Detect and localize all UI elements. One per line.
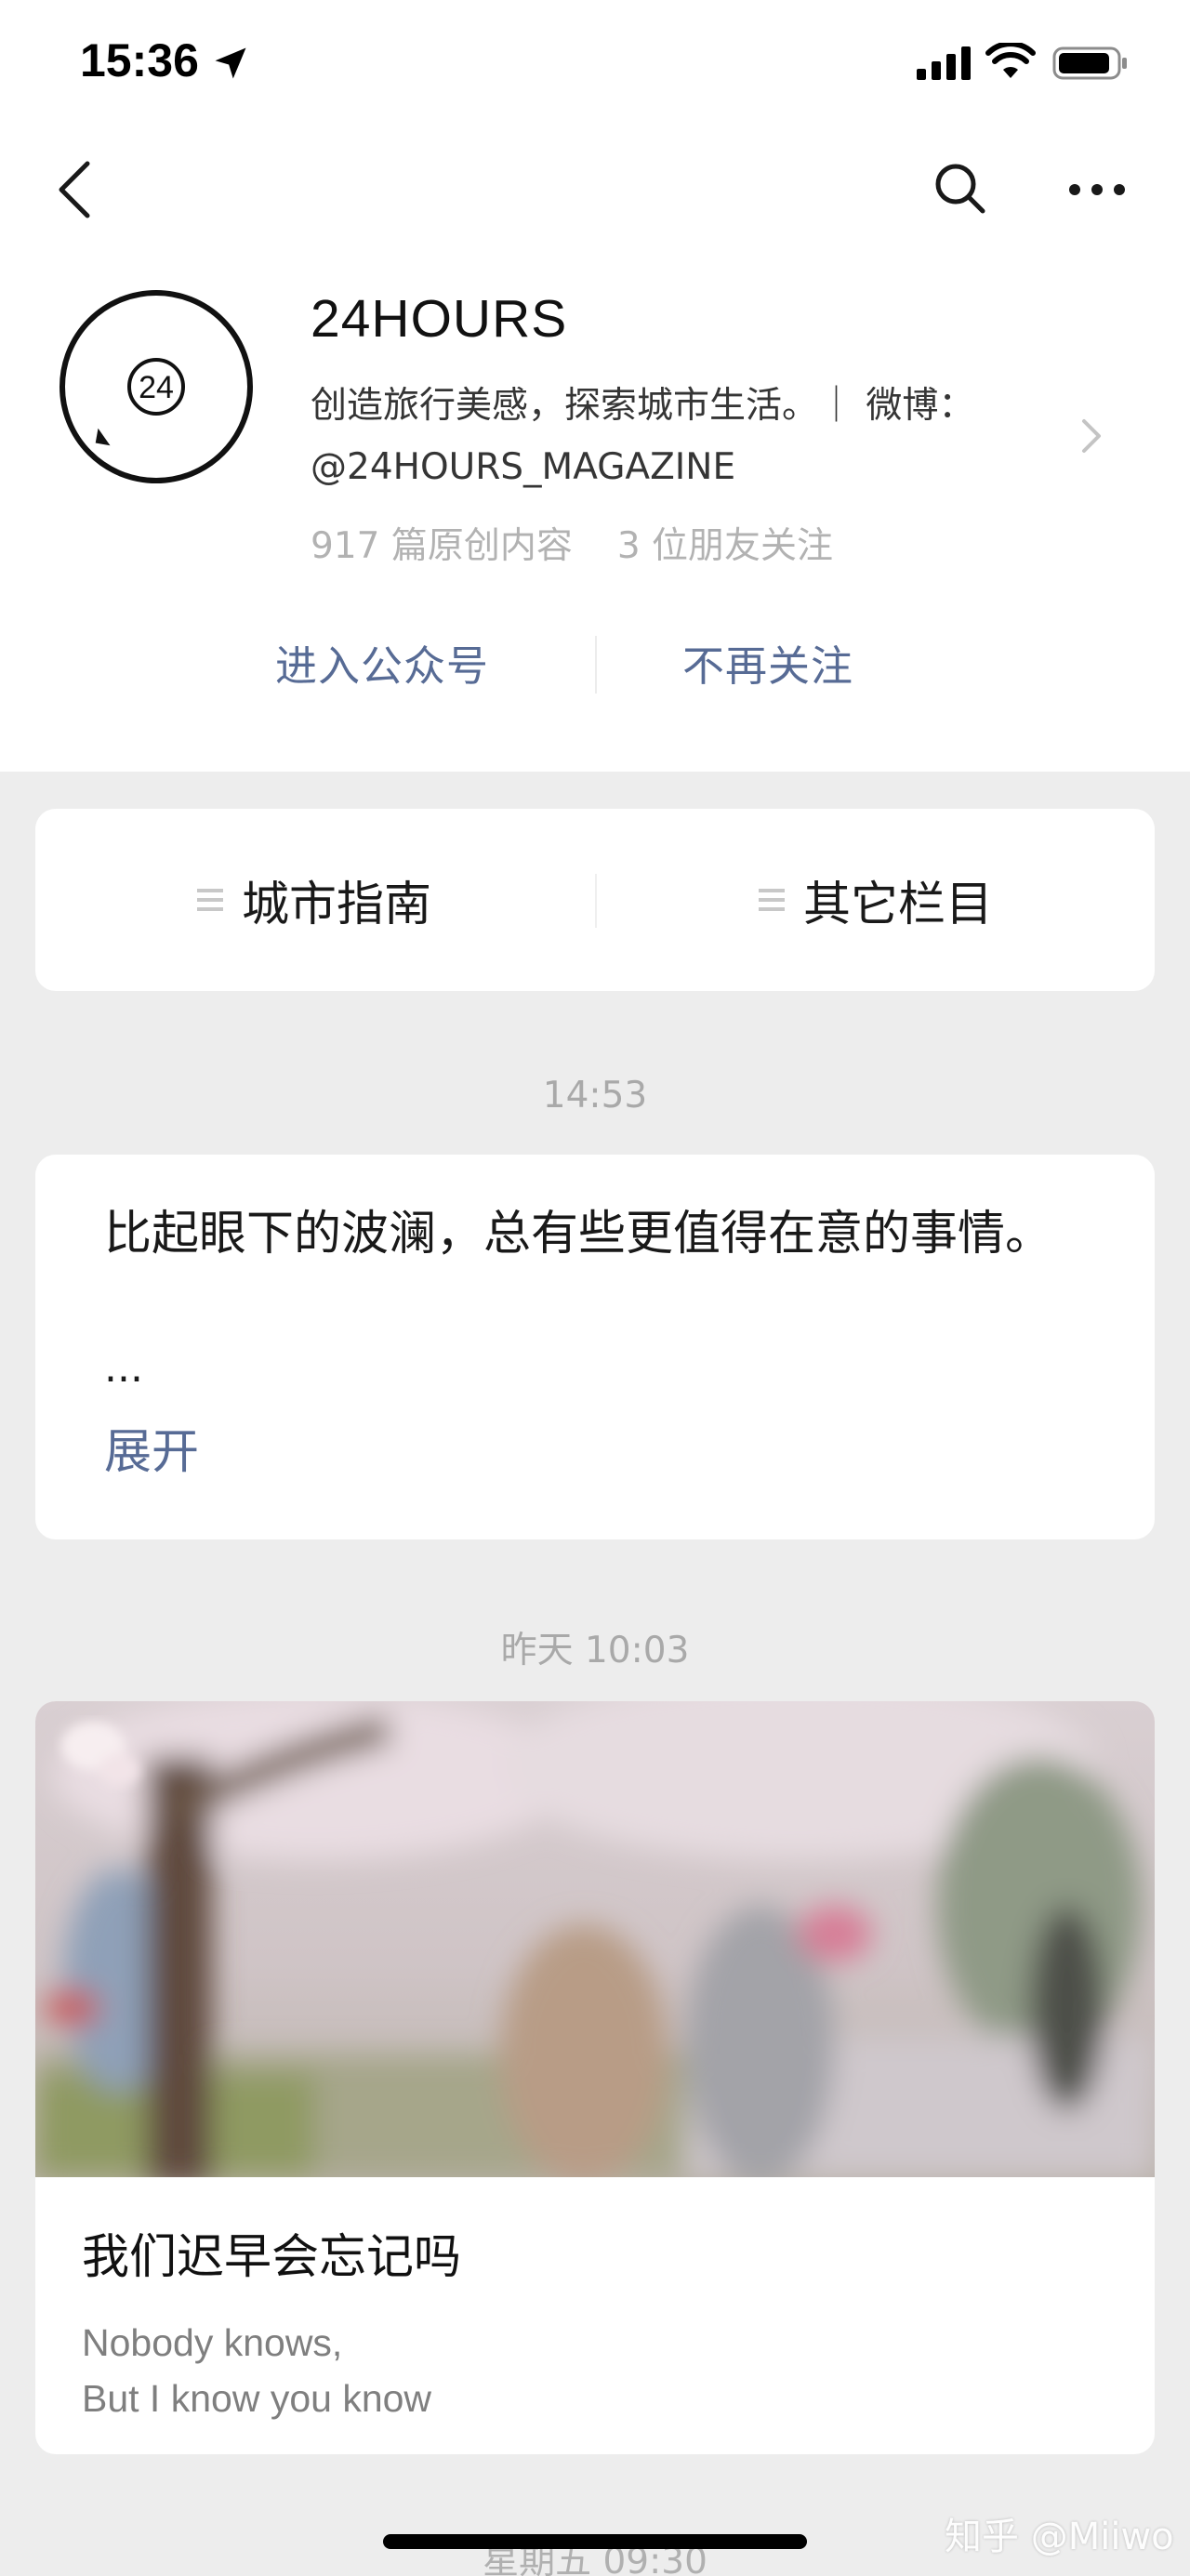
action-divider — [595, 636, 597, 694]
account-menu: 城市指南 其它栏目 — [35, 809, 1155, 991]
friends-following: 3 位朋友关注 — [616, 525, 834, 567]
chevron-right-icon[interactable] — [1078, 416, 1104, 456]
article-title: 我们迟早会忘记吗 — [82, 2230, 462, 2285]
article-digest: Nobody knows, But I know you know — [82, 2315, 1104, 2426]
search-icon[interactable] — [932, 160, 987, 216]
home-indicator[interactable] — [383, 2534, 807, 2549]
account-description: 创造旅行美感，探索城市生活。｜ 微博：@24HOURS_MAGAZINE — [311, 385, 975, 488]
avatar-text: 24 — [139, 370, 174, 405]
digest-line: Nobody knows, — [82, 2321, 343, 2364]
account-stats: 917 篇原创内容 3 位朋友关注 — [311, 517, 833, 569]
expand-link[interactable]: 展开 — [104, 1413, 199, 1482]
account-name: 24HOURS — [311, 289, 568, 349]
more-dots-icon[interactable] — [1067, 177, 1127, 203]
menu-item-label: 城市指南 — [241, 878, 431, 932]
message-ellipsis: ... — [104, 1344, 143, 1392]
location-arrow-icon — [215, 47, 246, 79]
article-cover-image — [35, 1701, 1155, 2177]
message-timestamp: 昨天 10:03 — [500, 1630, 690, 1671]
cellular-signal-icon — [917, 46, 971, 80]
article-card[interactable]: 我们迟早会忘记吗 Nobody knows, But I know you kn… — [35, 1701, 1155, 2454]
unfollow-button[interactable]: 不再关注 — [682, 632, 853, 693]
menu-item-label: 其它栏目 — [802, 878, 993, 932]
message-text: 比起眼下的波澜，总有些更值得在意的事情。 — [104, 1207, 1053, 1262]
wifi-icon — [985, 43, 1036, 78]
status-time: 15:36 — [80, 34, 199, 86]
menu-item-other-columns[interactable]: 其它栏目 — [597, 809, 1155, 991]
menu-item-city-guide[interactable]: 城市指南 — [35, 809, 593, 991]
digest-line: But I know you know — [82, 2377, 432, 2420]
original-count: 917 篇原创内容 — [311, 525, 573, 567]
watermark: 知乎 @Miiwo — [945, 2516, 1174, 2558]
menu-lines-icon — [196, 889, 223, 911]
message-timestamp: 14:53 — [542, 1075, 648, 1116]
menu-lines-icon — [758, 889, 785, 911]
enter-account-button[interactable]: 进入公众号 — [275, 632, 489, 693]
avatar[interactable]: 24 — [58, 288, 255, 485]
battery-icon — [1052, 46, 1127, 80]
text-message-card[interactable]: 比起眼下的波澜，总有些更值得在意的事情。 ... 展开 — [35, 1155, 1155, 1539]
back-button[interactable] — [54, 160, 95, 219]
